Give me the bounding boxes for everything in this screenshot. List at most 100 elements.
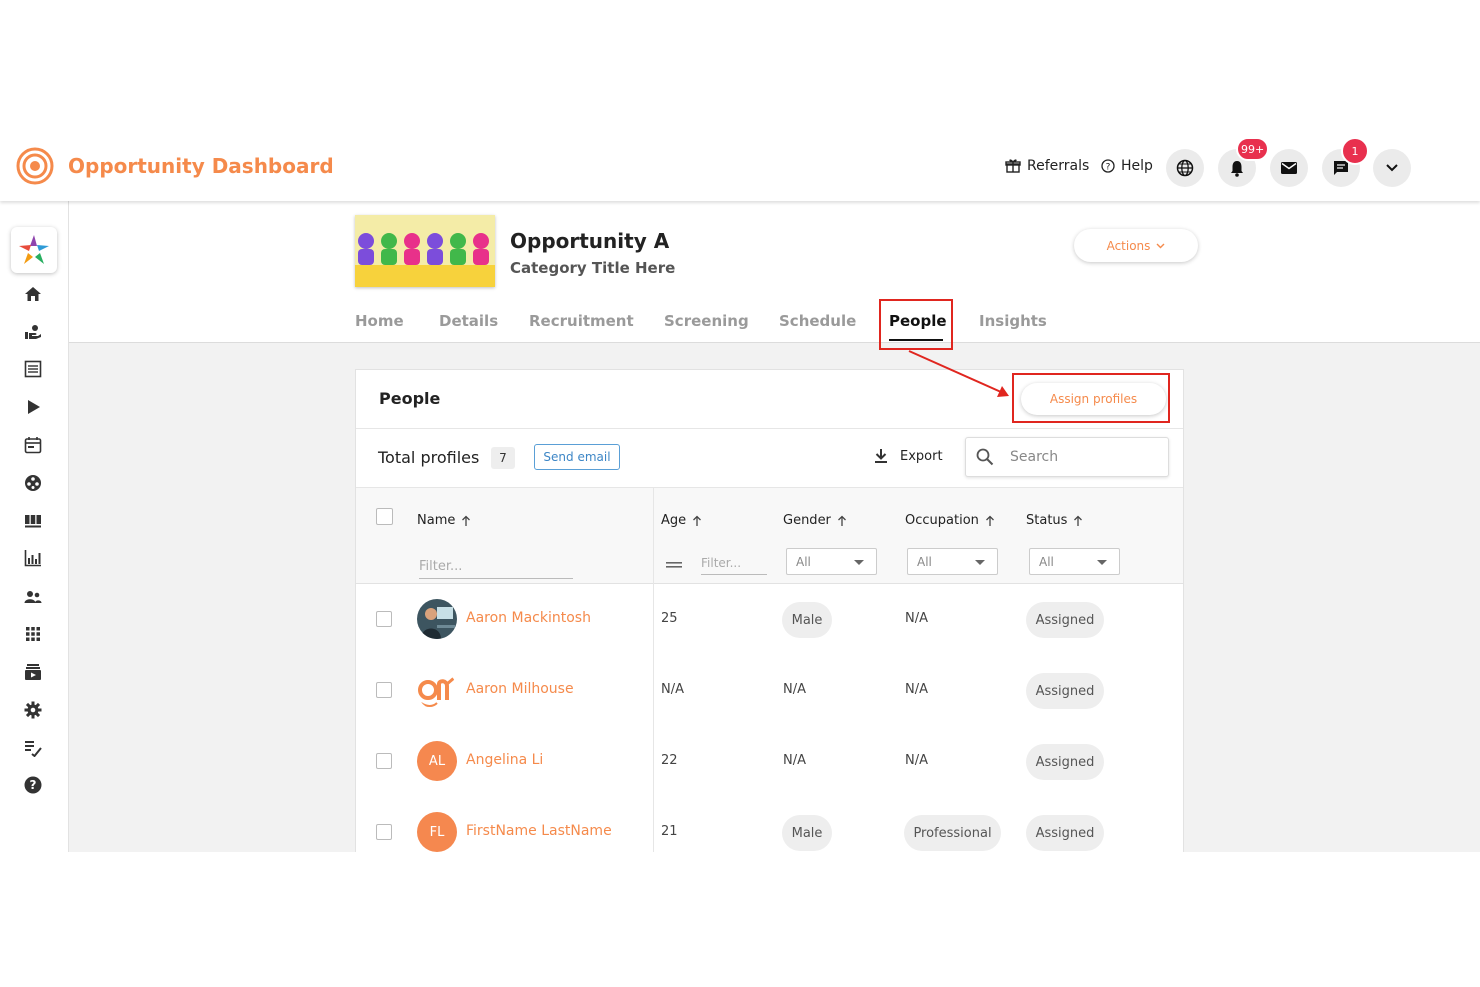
gift-icon <box>1005 159 1021 173</box>
people-panel: People Assign profiles Total profiles 7 … <box>355 369 1184 852</box>
app-frame: Opportunity Dashboard Referrals ? Help 9… <box>0 128 1480 852</box>
age-filter-input[interactable]: Filter... <box>701 556 767 575</box>
column-gender-label: Gender <box>783 513 831 528</box>
referrals-link[interactable]: Referrals <box>1005 158 1089 174</box>
apps-grid-icon[interactable] <box>22 623 44 645</box>
row-checkbox[interactable] <box>376 753 392 769</box>
mail-icon <box>1281 162 1297 174</box>
export-label: Export <box>900 448 943 464</box>
person-name-link[interactable]: Aaron Mackintosh <box>466 610 591 626</box>
brand-logo-icon <box>16 147 54 185</box>
gender-chip: Male <box>782 602 832 638</box>
equals-filter-icon[interactable] <box>666 561 682 569</box>
actions-button[interactable]: Actions <box>1074 229 1198 262</box>
gender-cell: N/A <box>783 682 806 697</box>
column-divider <box>653 488 654 852</box>
person-name-link[interactable]: Angelina Li <box>466 752 543 768</box>
help-link[interactable]: ? Help <box>1101 158 1153 174</box>
column-gender-header[interactable]: Gender <box>783 513 847 528</box>
account-menu-button[interactable] <box>1373 149 1411 187</box>
name-filter-input[interactable]: Filter... <box>419 559 573 579</box>
actions-label: Actions <box>1106 238 1151 253</box>
home-icon[interactable] <box>22 283 44 305</box>
board-columns-icon[interactable] <box>22 510 44 532</box>
help-icon[interactable]: ? <box>22 774 44 796</box>
brand-mark-icon <box>418 676 455 707</box>
send-email-button[interactable]: Send email <box>534 444 620 470</box>
tab-insights[interactable]: Insights <box>979 312 1047 330</box>
calendar-icon[interactable] <box>22 434 44 456</box>
caret-down-icon <box>975 560 985 565</box>
hand-heart-icon[interactable] <box>22 321 44 343</box>
tab-details[interactable]: Details <box>439 312 498 330</box>
help-label: Help <box>1121 158 1153 174</box>
column-age-header[interactable]: Age <box>661 513 702 528</box>
opportunity-thumbnail <box>355 215 495 287</box>
row-checkbox[interactable] <box>376 824 392 840</box>
checklist-edit-icon[interactable] <box>22 737 44 759</box>
age-cell: 25 <box>661 611 678 626</box>
help-circle-icon: ? <box>1101 159 1115 173</box>
column-name-header[interactable]: Name <box>417 513 471 528</box>
row-checkbox[interactable] <box>376 682 392 698</box>
age-cell: 22 <box>661 753 678 768</box>
media-library-icon[interactable] <box>22 661 44 683</box>
table-header: Name Age Gender Occupation Status Filter… <box>356 488 1183 584</box>
people-panel-title: People <box>379 389 441 408</box>
row-checkbox[interactable] <box>376 611 392 627</box>
table-row[interactable]: Aaron Milhouse N/A N/A N/A Assigned <box>356 655 1183 727</box>
status-chip: Assigned <box>1026 602 1104 638</box>
status-filter-value: All <box>1039 554 1054 569</box>
tab-home[interactable]: Home <box>355 312 404 330</box>
tab-screening[interactable]: Screening <box>664 312 749 330</box>
org-logo[interactable] <box>11 227 57 273</box>
table-row[interactable]: FL FirstName LastName 21 Male Profession… <box>356 797 1183 852</box>
chevron-down-icon <box>1386 164 1398 172</box>
mail-button[interactable] <box>1270 149 1308 187</box>
occupation-filter-select[interactable]: All <box>907 548 998 575</box>
occupation-filter-value: All <box>917 554 932 569</box>
film-reel-icon[interactable] <box>22 472 44 494</box>
person-name-link[interactable]: FirstName LastName <box>466 823 612 839</box>
download-icon <box>875 449 887 463</box>
tab-recruitment[interactable]: Recruitment <box>529 312 634 330</box>
language-button[interactable] <box>1166 149 1204 187</box>
export-button[interactable]: Export <box>874 448 943 464</box>
tab-schedule[interactable]: Schedule <box>779 312 856 330</box>
gender-filter-value: All <box>796 554 811 569</box>
sort-arrow-up-icon <box>693 515 702 526</box>
column-status-header[interactable]: Status <box>1026 513 1083 528</box>
assign-profiles-highlight <box>1012 373 1170 423</box>
top-bar: Opportunity Dashboard Referrals ? Help 9… <box>0 128 1480 201</box>
people-group-icon[interactable] <box>22 586 44 608</box>
gender-filter-select[interactable]: All <box>786 548 877 575</box>
opportunity-title: Opportunity A <box>510 229 670 253</box>
people-tab-highlight <box>879 299 953 350</box>
status-chip: Assigned <box>1026 815 1104 851</box>
person-name-link[interactable]: Aaron Milhouse <box>466 681 574 697</box>
sort-arrow-up-icon <box>1074 515 1083 526</box>
status-filter-select[interactable]: All <box>1029 548 1120 575</box>
gender-chip: Male <box>782 815 832 851</box>
app-title: Opportunity Dashboard <box>68 154 334 178</box>
sort-arrow-up-icon <box>462 515 471 526</box>
play-icon[interactable] <box>22 396 44 418</box>
bar-chart-icon[interactable] <box>22 547 44 569</box>
list-document-icon[interactable] <box>22 358 44 380</box>
status-chip: Assigned <box>1026 673 1104 709</box>
column-occupation-header[interactable]: Occupation <box>905 513 995 528</box>
select-all-checkbox[interactable] <box>376 508 393 525</box>
column-name-label: Name <box>417 513 456 528</box>
avatar <box>417 599 457 639</box>
age-cell: N/A <box>661 682 684 697</box>
search-input[interactable]: Search <box>965 437 1169 477</box>
avatar: FL <box>417 812 457 852</box>
star-people-logo-icon <box>19 235 49 264</box>
column-occupation-label: Occupation <box>905 513 979 528</box>
table-row[interactable]: AL Angelina Li 22 N/A N/A Assigned <box>356 726 1183 798</box>
table-row[interactable]: Aaron Mackintosh 25 Male N/A Assigned <box>356 584 1183 656</box>
occupation-chip: Professional <box>904 815 1001 851</box>
globe-icon <box>1176 159 1194 177</box>
gear-icon[interactable] <box>22 699 44 721</box>
avatar <box>417 670 457 710</box>
